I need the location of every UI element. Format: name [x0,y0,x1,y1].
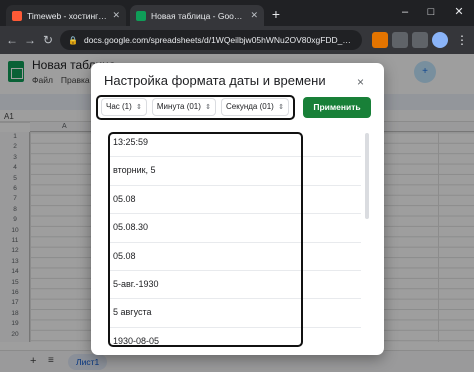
highlight-frame [96,95,295,120]
apply-button[interactable]: Применить [303,97,371,118]
tab-title: Timeweb - хостинг для сайтов [27,10,107,21]
extensions-puzzle-icon[interactable] [412,32,428,48]
date-time-format-dialog: Настройка формата даты и времени × Час (… [91,63,384,355]
close-icon[interactable]: × [357,75,364,89]
browser-tab-bar: Timeweb - хостинг для сайтов ✕ Новая таб… [0,0,474,26]
extension-icon[interactable] [392,32,408,48]
tab-close-icon[interactable]: ✕ [250,10,258,21]
list-scrollbar[interactable] [365,133,369,219]
browser-menu-icon[interactable]: ⋮ [454,32,470,48]
maximize-button[interactable]: □ [422,4,440,20]
minimize-button[interactable]: – [396,4,414,20]
extension-icon[interactable] [372,32,388,48]
forward-button[interactable]: → [22,32,38,48]
browser-tab-sheets[interactable]: Новая таблица - Google Табли ✕ [130,5,264,26]
browser-toolbar: ← → ↻ 🔒 docs.google.com/spreadsheets/d/1… [0,26,474,54]
profile-avatar-icon[interactable] [432,32,448,48]
reload-button[interactable]: ↻ [40,32,56,48]
close-window-button[interactable]: ✕ [450,4,468,20]
sheets-favicon-icon [136,10,146,21]
back-button[interactable]: ← [4,32,20,48]
tab-title: Новая таблица - Google Табли [151,10,246,21]
timeweb-favicon-icon [12,10,22,21]
tab-close-icon[interactable]: ✕ [112,10,120,21]
url-text: docs.google.com/spreadsheets/d/1WQeilbjw… [83,35,354,45]
address-bar[interactable]: 🔒 docs.google.com/spreadsheets/d/1WQeilb… [60,30,362,50]
highlight-frame [108,132,303,347]
browser-tab-timeweb[interactable]: Timeweb - хостинг для сайтов ✕ [6,5,126,26]
lock-icon: 🔒 [68,35,78,45]
new-tab-button[interactable]: + [268,6,284,22]
dialog-title: Настройка формата даты и времени [104,73,326,88]
